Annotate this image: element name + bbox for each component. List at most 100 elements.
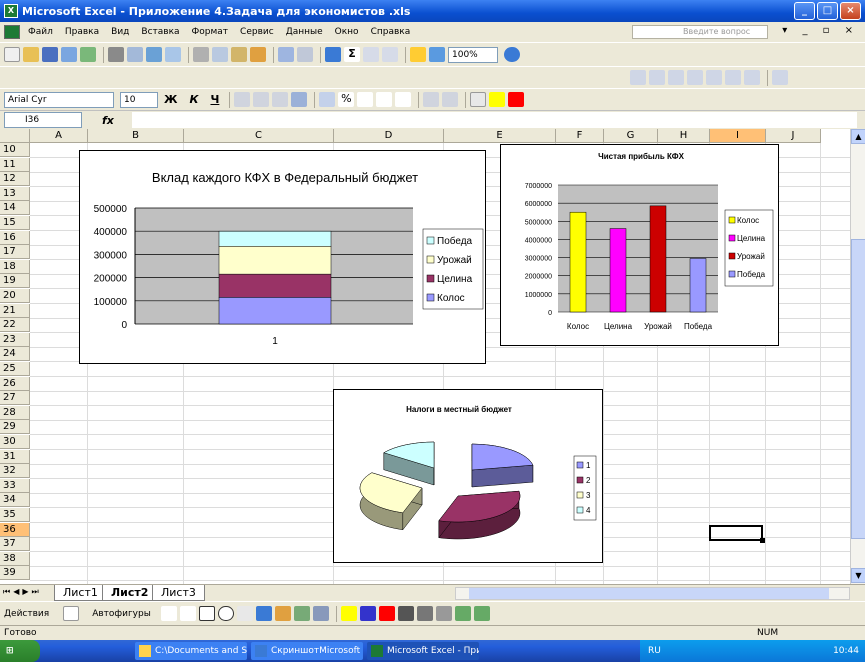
text-color-icon[interactable] (378, 606, 395, 621)
row-header-25[interactable]: 25 (0, 362, 30, 376)
merge-center-icon[interactable] (291, 92, 308, 107)
tool-a-icon[interactable] (630, 70, 646, 85)
align-left-icon[interactable] (234, 92, 251, 107)
new-icon[interactable] (4, 47, 20, 62)
task-explorer[interactable]: C:\Documents and Set... (135, 642, 247, 660)
ask-question-input[interactable]: Введите вопрос (632, 25, 768, 39)
column-header-f[interactable]: F (556, 129, 604, 143)
row-header-23[interactable]: 23 (0, 332, 30, 347)
row-header-10[interactable]: 10 (0, 143, 30, 157)
formula-input[interactable] (132, 112, 857, 128)
menu-data[interactable]: Данные (286, 27, 323, 37)
menu-help[interactable]: Справка (371, 27, 411, 37)
scroll-up-icon[interactable]: ▲ (851, 129, 865, 144)
row-header-14[interactable]: 14 (0, 201, 30, 216)
email-icon[interactable] (80, 47, 96, 62)
select-pointer-icon[interactable] (63, 606, 80, 621)
column-header-c[interactable]: C (184, 129, 334, 143)
maximize-button[interactable]: □ (817, 2, 838, 20)
align-center-icon[interactable] (253, 92, 270, 107)
percent-icon[interactable]: % (338, 92, 355, 107)
active-cell-selection[interactable] (709, 525, 765, 543)
close-button[interactable]: × (840, 2, 861, 20)
dash-style-icon[interactable] (416, 606, 433, 621)
currency-icon[interactable] (319, 92, 336, 107)
picture-icon[interactable] (312, 606, 329, 621)
row-header-30[interactable]: 30 (0, 435, 30, 449)
chart-net-profit[interactable]: Чистая прибыль КФХ 0 1000000 2000000 3000000… (500, 144, 779, 346)
column-header-j[interactable]: J (766, 129, 821, 143)
borders-icon[interactable] (470, 92, 487, 107)
thousands-icon[interactable] (357, 92, 374, 107)
decrease-decimal-icon[interactable] (395, 92, 412, 107)
draw-actions-menu[interactable]: Действия (4, 609, 49, 619)
row-header-32[interactable]: 32 (0, 464, 30, 479)
arrow-icon[interactable] (179, 606, 196, 621)
wordart-icon[interactable] (255, 606, 272, 621)
row-header-22[interactable]: 22 (0, 318, 30, 333)
tool-c-icon[interactable] (668, 70, 684, 85)
tab-nav-arrows[interactable]: ⏮◀▶⏭ (3, 587, 42, 597)
row-header-18[interactable]: 18 (0, 259, 30, 274)
menu-insert[interactable]: Вставка (141, 27, 179, 37)
hyperlink-icon[interactable] (325, 47, 341, 62)
tab-sheet1[interactable]: Лист1 (54, 585, 107, 601)
row-header-27[interactable]: 27 (0, 391, 30, 406)
row-header-21[interactable]: 21 (0, 303, 30, 318)
clipart-icon[interactable] (293, 606, 310, 621)
row-header-34[interactable]: 34 (0, 493, 30, 508)
permission-icon[interactable] (61, 47, 77, 62)
tool-b-icon[interactable] (649, 70, 665, 85)
line-style-icon[interactable] (397, 606, 414, 621)
arrow-style-icon[interactable] (435, 606, 452, 621)
open-icon[interactable] (23, 47, 39, 62)
row-header-17[interactable]: 17 (0, 245, 30, 260)
menu-tools[interactable]: Сервис (240, 27, 274, 37)
help-icon[interactable] (504, 47, 520, 62)
print-preview-icon[interactable] (127, 47, 143, 62)
row-header-26[interactable]: 26 (0, 376, 30, 391)
save-icon[interactable] (42, 47, 58, 62)
fx-icon[interactable]: fx (102, 114, 114, 127)
task-excel[interactable]: Microsoft Excel - Прил... (367, 642, 479, 660)
chart-wizard-icon[interactable] (410, 47, 426, 62)
zoom-select[interactable]: 100% (448, 46, 498, 63)
increase-decimal-icon[interactable] (376, 92, 393, 107)
horizontal-scrollbar[interactable] (455, 587, 850, 600)
row-header-36[interactable]: 36 (0, 522, 30, 537)
underline-button[interactable]: Ч (210, 93, 219, 106)
rectangle-icon[interactable] (198, 606, 215, 621)
font-color-icon[interactable] (508, 92, 525, 107)
row-header-35[interactable]: 35 (0, 508, 30, 522)
tool-f-icon[interactable] (725, 70, 741, 85)
menu-view[interactable]: Вид (111, 27, 129, 37)
undo-icon[interactable] (278, 47, 294, 62)
minimize-button[interactable]: _ (794, 2, 815, 20)
column-header-d[interactable]: D (334, 129, 444, 143)
font-name-select[interactable]: Arial Cyr (4, 91, 114, 108)
row-header-33[interactable]: 33 (0, 478, 30, 493)
textbox-icon[interactable] (236, 606, 253, 621)
drawing-icon[interactable] (429, 47, 445, 62)
font-size-select[interactable]: 10 (120, 91, 158, 108)
tool-g-icon[interactable] (744, 70, 760, 85)
menu-file[interactable]: Файл (28, 27, 53, 37)
tool-d-icon[interactable] (687, 70, 703, 85)
line-color-icon[interactable] (359, 606, 376, 621)
scroll-thumb[interactable] (851, 239, 865, 539)
shadow-icon[interactable] (454, 606, 471, 621)
tab-sheet2[interactable]: Лист2 (102, 585, 158, 601)
oval-icon[interactable] (217, 606, 234, 621)
row-header-11[interactable]: 11 (0, 157, 30, 172)
row-header-20[interactable]: 20 (0, 289, 30, 303)
line-icon[interactable] (160, 606, 177, 621)
row-header-29[interactable]: 29 (0, 420, 30, 435)
cut-icon[interactable] (193, 47, 209, 62)
align-right-icon[interactable] (272, 92, 289, 107)
row-header-28[interactable]: 28 (0, 405, 30, 420)
vertical-scrollbar[interactable]: ▲ ▼ (850, 129, 865, 584)
column-header-b[interactable]: B (88, 129, 184, 143)
column-header-e[interactable]: E (444, 129, 556, 143)
format-painter-icon[interactable] (250, 47, 266, 62)
increase-indent-icon[interactable] (442, 92, 459, 107)
